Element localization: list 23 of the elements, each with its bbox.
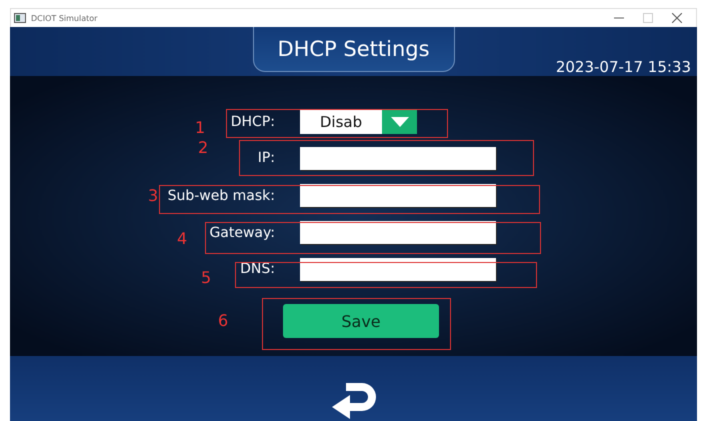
date-time: 2023-07-17 15:33 <box>556 58 691 76</box>
save-button[interactable]: Save <box>283 304 439 338</box>
field-label: DHCP: <box>230 114 275 130</box>
dhcp-dropdown[interactable]: Disab <box>300 110 417 134</box>
field-label: Gateway: <box>209 224 275 241</box>
app-icon <box>14 13 26 23</box>
field-label: IP: <box>258 150 275 166</box>
close-icon[interactable] <box>672 13 682 23</box>
annotation-number: 5 <box>201 268 212 287</box>
annotation-number: 6 <box>218 311 228 330</box>
field-label: DNS: <box>240 261 275 278</box>
annotation-number: 3 <box>148 186 158 205</box>
annotation-number: 1 <box>195 118 206 137</box>
annotation-number: 4 <box>177 228 188 248</box>
caret-icon <box>390 116 410 128</box>
input-field[interactable] <box>300 146 496 170</box>
field-label: Sub-web mask: <box>168 188 275 204</box>
input-field[interactable] <box>300 184 496 208</box>
input-field[interactable] <box>300 258 496 281</box>
annotation-number: 2 <box>198 138 208 158</box>
window-title: DCIOT Simulator <box>31 14 98 22</box>
page-title: DHCP Settings <box>277 37 430 61</box>
input-field[interactable] <box>300 221 496 244</box>
